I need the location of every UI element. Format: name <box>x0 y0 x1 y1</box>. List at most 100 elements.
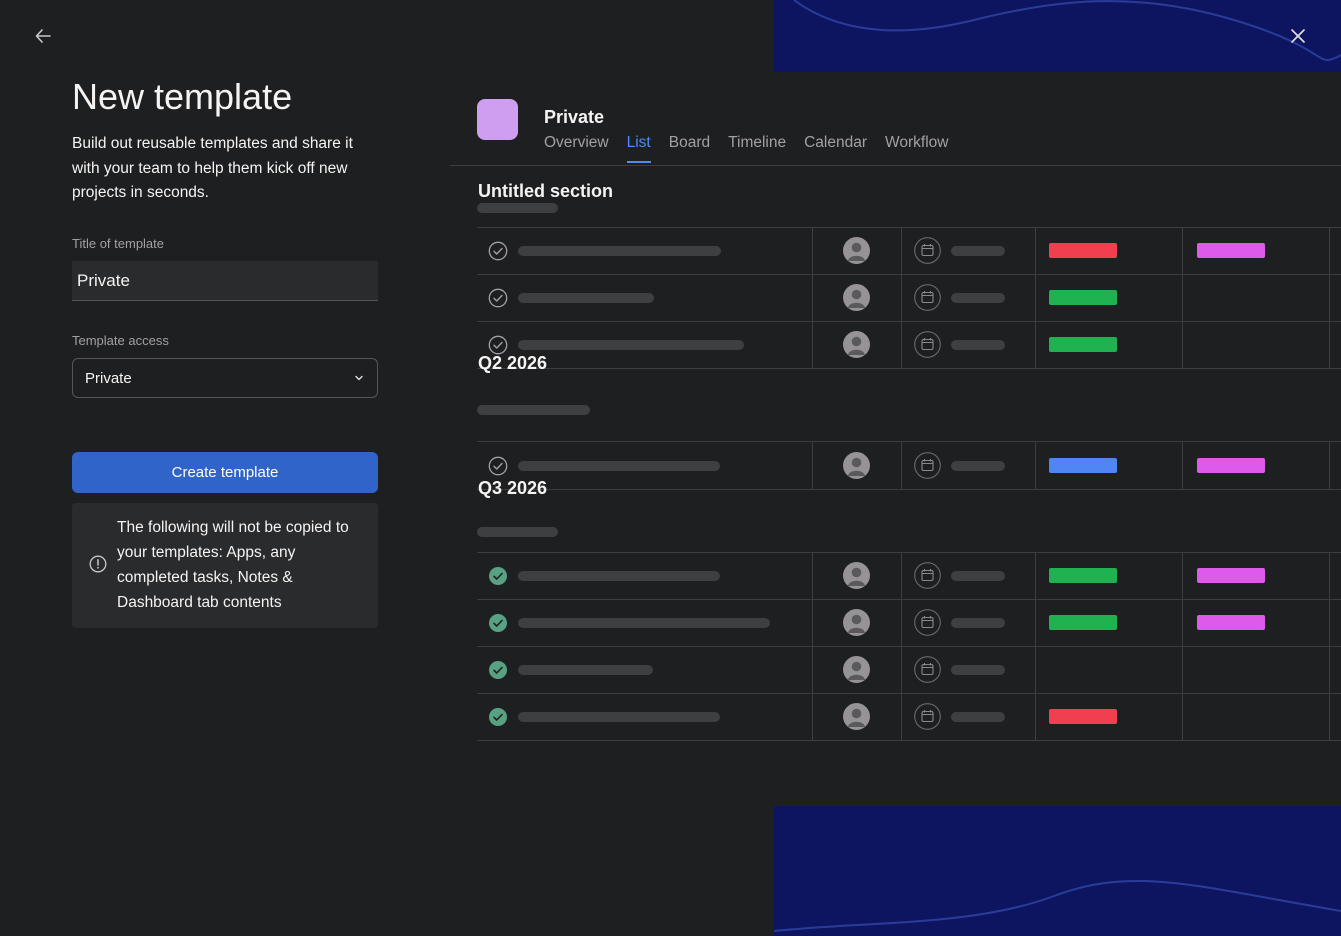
decorative-wave-top <box>774 0 1341 72</box>
tag-magenta <box>1197 243 1265 258</box>
date-placeholder <box>951 665 1005 675</box>
avatar <box>843 703 870 730</box>
date-placeholder <box>951 618 1005 628</box>
tab-timeline[interactable]: Timeline <box>728 134 786 163</box>
task-name-placeholder <box>518 461 720 471</box>
task-name-placeholder <box>518 293 654 303</box>
tag-red <box>1049 709 1117 724</box>
task-row <box>477 321 1341 368</box>
decorative-wave-bottom <box>774 806 1341 936</box>
check-circle-icon <box>488 456 508 476</box>
task-row <box>477 646 1341 693</box>
avatar <box>843 284 870 311</box>
not-copied-notice: The following will not be copied to your… <box>72 503 378 628</box>
tag-green <box>1049 337 1117 352</box>
task-name-placeholder <box>518 712 720 722</box>
calendar-icon <box>914 284 941 311</box>
grid-line <box>477 368 1341 369</box>
section-title: Q3 2026 <box>478 478 548 498</box>
project-name: Private <box>544 107 605 127</box>
grid-line <box>477 740 1341 741</box>
check-circle-filled-icon <box>489 567 507 585</box>
grid-line <box>477 489 1341 490</box>
date-placeholder <box>951 246 1005 256</box>
section-skeleton <box>477 405 590 415</box>
template-access-value: Private <box>85 369 132 387</box>
page-title: New template <box>72 76 293 117</box>
access-field-label: Template access <box>72 333 169 348</box>
calendar-icon <box>914 609 941 636</box>
tab-calendar[interactable]: Calendar <box>804 134 867 163</box>
avatar <box>843 609 870 636</box>
tabs-divider <box>450 165 1341 166</box>
calendar-icon <box>914 562 941 589</box>
section-title: Untitled section <box>478 181 614 201</box>
title-field-label: Title of template <box>72 236 165 251</box>
task-name-placeholder <box>518 246 721 256</box>
section-title: Q2 2026 <box>478 353 548 373</box>
avatar <box>843 452 870 479</box>
user-icon <box>848 242 865 261</box>
tag-green <box>1049 290 1117 305</box>
check-circle-filled-icon <box>489 661 507 679</box>
calendar-icon <box>914 237 941 264</box>
tab-list[interactable]: List <box>626 134 651 163</box>
tab-overview[interactable]: Overview <box>544 134 609 163</box>
tab-workflow[interactable]: Workflow <box>885 134 948 163</box>
calendar-icon <box>914 331 941 358</box>
tag-magenta <box>1197 568 1265 583</box>
tag-red <box>1049 243 1117 258</box>
task-row <box>477 274 1341 321</box>
section-skeleton <box>477 203 558 213</box>
check-circle-icon <box>488 288 508 308</box>
check-circle-icon <box>488 335 508 355</box>
calendar-icon <box>914 656 941 683</box>
arrow-left-icon <box>35 29 51 43</box>
task-row <box>477 442 1341 489</box>
user-icon <box>848 289 865 308</box>
tab-board[interactable]: Board <box>669 134 710 163</box>
task-row <box>477 599 1341 646</box>
task-name-placeholder <box>518 665 653 675</box>
user-icon <box>848 708 865 727</box>
date-placeholder <box>951 461 1005 471</box>
avatar <box>843 331 870 358</box>
avatar <box>843 562 870 589</box>
template-access-select[interactable]: Private <box>72 358 378 398</box>
template-title-input[interactable] <box>72 261 378 301</box>
user-icon <box>848 661 865 680</box>
calendar-icon <box>914 452 941 479</box>
date-placeholder <box>951 340 1005 350</box>
close-icon <box>1291 29 1305 43</box>
date-placeholder <box>951 571 1005 581</box>
create-template-button[interactable]: Create template <box>72 452 378 493</box>
user-icon <box>848 457 865 476</box>
tag-green <box>1049 568 1117 583</box>
project-tabs: Overview List Board Timeline Calendar Wo… <box>544 134 948 163</box>
task-row <box>477 693 1341 740</box>
date-placeholder <box>951 712 1005 722</box>
tag-green <box>1049 615 1117 630</box>
back-button[interactable] <box>29 22 57 50</box>
date-placeholder <box>951 293 1005 303</box>
tag-blue <box>1049 458 1117 473</box>
info-icon <box>89 555 107 573</box>
task-name-placeholder <box>518 571 720 581</box>
task-row <box>477 552 1341 599</box>
task-name-placeholder <box>518 340 744 350</box>
user-icon <box>848 336 865 355</box>
task-name-placeholder <box>518 618 770 628</box>
avatar <box>843 656 870 683</box>
close-button[interactable] <box>1284 22 1312 50</box>
user-icon <box>848 567 865 586</box>
check-circle-icon <box>488 241 508 261</box>
tag-magenta <box>1197 458 1265 473</box>
user-icon <box>848 614 865 633</box>
notice-text: The following will not be copied to your… <box>117 519 349 611</box>
tag-magenta <box>1197 615 1265 630</box>
calendar-icon <box>914 703 941 730</box>
task-row <box>477 227 1341 274</box>
project-icon <box>477 99 518 140</box>
section-skeleton <box>477 527 558 537</box>
chevron-down-icon <box>355 375 363 381</box>
